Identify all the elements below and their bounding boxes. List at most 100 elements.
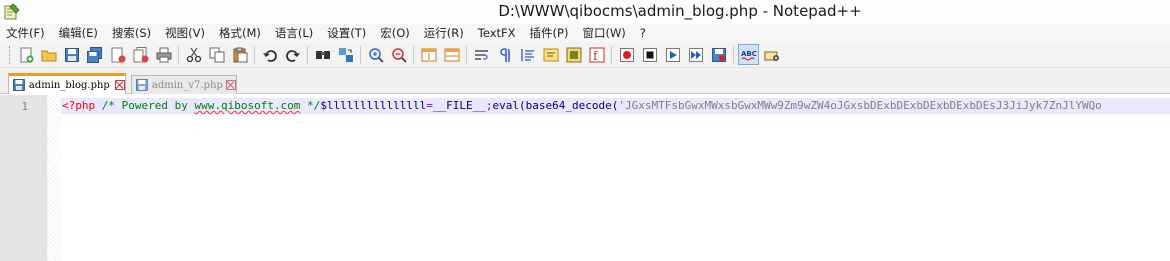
menu-item[interactable]: 视图(V): [165, 25, 205, 41]
tab-label: admin_blog.php: [28, 79, 110, 91]
toolbar: f ABC: [0, 42, 1170, 68]
close-tab-icon[interactable]: [226, 80, 237, 90]
toolbar-separator: [413, 45, 414, 64]
word-wrap-icon: [474, 49, 488, 60]
copy-icon: [209, 47, 224, 62]
code-comment: /* Powered by: [101, 99, 195, 112]
user-language-icon: [543, 48, 558, 61]
redo-icon: [285, 49, 300, 62]
code-variable: $lllllllllllllll: [320, 99, 427, 112]
spellcheck-options-button[interactable]: [761, 44, 782, 65]
menu-item[interactable]: 编辑(E): [59, 25, 98, 41]
window-title: D:\WWW\qibocms\admin_blog.php - Notepad+…: [498, 2, 862, 20]
toolbar-separator: [733, 45, 734, 64]
toolbar-separator: [178, 45, 179, 64]
close-icon: [111, 47, 125, 62]
menu-bar: 文件(F) 编辑(E) 搜索(S) 视图(V) 格式(M) 语言(L) 设置(T) 宏(O) 运…: [0, 24, 1170, 42]
svg-text:ABC: ABC: [741, 50, 757, 58]
redo-button[interactable]: [282, 44, 303, 65]
save-all-button[interactable]: [84, 44, 105, 65]
run-macro-multiple-icon: [688, 47, 703, 62]
sync-vertical-button[interactable]: [418, 44, 439, 65]
save-icon: [64, 47, 79, 62]
spellcheck-button[interactable]: ABC: [738, 44, 759, 65]
menu-item[interactable]: 设置(T): [327, 25, 366, 41]
line-number-gutter: 1: [0, 95, 47, 261]
code-string: 'JGxsMTFsbGwxMWxsbGwxMWw9Zm9wZW4oJGxsbDE…: [618, 99, 1102, 112]
menu-item[interactable]: 宏(O): [380, 25, 410, 41]
print-icon: [156, 47, 171, 62]
spellcheck-options-icon: [764, 51, 779, 61]
function-list-icon: f: [589, 47, 604, 63]
toolbar-grip[interactable]: [9, 45, 12, 64]
menu-item[interactable]: 文件(F): [6, 25, 45, 41]
new-file-button[interactable]: [15, 44, 36, 65]
record-macro-icon: [619, 47, 634, 62]
menu-item[interactable]: 运行(R): [424, 25, 464, 41]
undo-button[interactable]: [259, 44, 280, 65]
replace-button[interactable]: [335, 44, 356, 65]
stop-record-icon: [642, 47, 657, 62]
replace-icon: [338, 47, 353, 62]
menu-item[interactable]: 语言(L): [275, 25, 313, 41]
code-comment-end: */: [300, 99, 321, 112]
menu-item[interactable]: 搜索(S): [112, 25, 151, 41]
file-saved-icon: [136, 79, 148, 91]
find-icon: [315, 50, 330, 59]
cut-button[interactable]: [183, 44, 204, 65]
copy-button[interactable]: [206, 44, 227, 65]
zoom-out-button[interactable]: [388, 44, 409, 65]
save-macro-icon: [711, 47, 726, 62]
close-all-button[interactable]: [130, 44, 151, 65]
sync-horizontal-icon: [444, 48, 459, 61]
play-macro-button[interactable]: [662, 44, 683, 65]
file-saved-icon: [13, 79, 25, 91]
record-macro-button[interactable]: [616, 44, 637, 65]
menu-item[interactable]: 插件(P): [530, 25, 569, 41]
run-macro-multiple-button[interactable]: [685, 44, 706, 65]
menu-item[interactable]: ?: [640, 26, 646, 40]
stop-record-button[interactable]: [639, 44, 660, 65]
close-tab-icon[interactable]: [115, 80, 125, 90]
line-number: 1: [21, 100, 28, 113]
print-button[interactable]: [153, 44, 174, 65]
function-list-button[interactable]: f: [586, 44, 607, 65]
indent-guide-button[interactable]: [517, 44, 538, 65]
doc-map-button[interactable]: [563, 44, 584, 65]
play-macro-icon: [665, 47, 680, 62]
save-all-icon: [86, 46, 102, 63]
save-macro-button[interactable]: [708, 44, 729, 65]
show-all-chars-button[interactable]: [494, 44, 515, 65]
code-constant: __FILE__: [432, 99, 486, 112]
save-button[interactable]: [61, 44, 82, 65]
show-all-chars-icon: [499, 47, 510, 62]
open-file-button[interactable]: [38, 44, 59, 65]
menu-item[interactable]: 格式(M): [219, 25, 261, 41]
toolbar-separator: [254, 45, 255, 64]
spellcheck-icon: ABC: [741, 50, 757, 61]
zoom-in-icon: [368, 47, 384, 63]
paste-button[interactable]: [229, 44, 250, 65]
editor[interactable]: 1 <?php /* Powered by www.qibosoft.com *…: [0, 95, 1170, 261]
menu-item[interactable]: TextFX: [478, 26, 516, 40]
zoom-in-button[interactable]: [365, 44, 386, 65]
fold-margin[interactable]: [47, 95, 61, 261]
indent-guide-icon: [520, 48, 534, 61]
code-comment-link: www.qibosoft.com: [194, 99, 301, 112]
sync-horizontal-button[interactable]: [441, 44, 462, 65]
undo-icon: [262, 49, 277, 62]
toolbar-separator: [307, 45, 308, 64]
tab-bar: admin_blog.php admin_v7.php: [0, 68, 1170, 94]
tab-admin-v7[interactable]: admin_v7.php: [131, 75, 237, 94]
find-button[interactable]: [312, 44, 333, 65]
title-bar: D:\WWW\qibocms\admin_blog.php - Notepad+…: [0, 0, 1170, 24]
toolbar-separator: [466, 45, 467, 64]
menu-item[interactable]: 窗口(W): [582, 25, 625, 41]
close-button[interactable]: [107, 44, 128, 65]
tab-admin-blog[interactable]: admin_blog.php: [8, 73, 126, 94]
word-wrap-button[interactable]: [471, 44, 492, 65]
code-line[interactable]: <?php /* Powered by www.qibosoft.com */$…: [62, 99, 1102, 113]
code-semicolon: ;: [485, 99, 493, 112]
toolbar-separator: [611, 45, 612, 64]
user-language-button[interactable]: [540, 44, 561, 65]
